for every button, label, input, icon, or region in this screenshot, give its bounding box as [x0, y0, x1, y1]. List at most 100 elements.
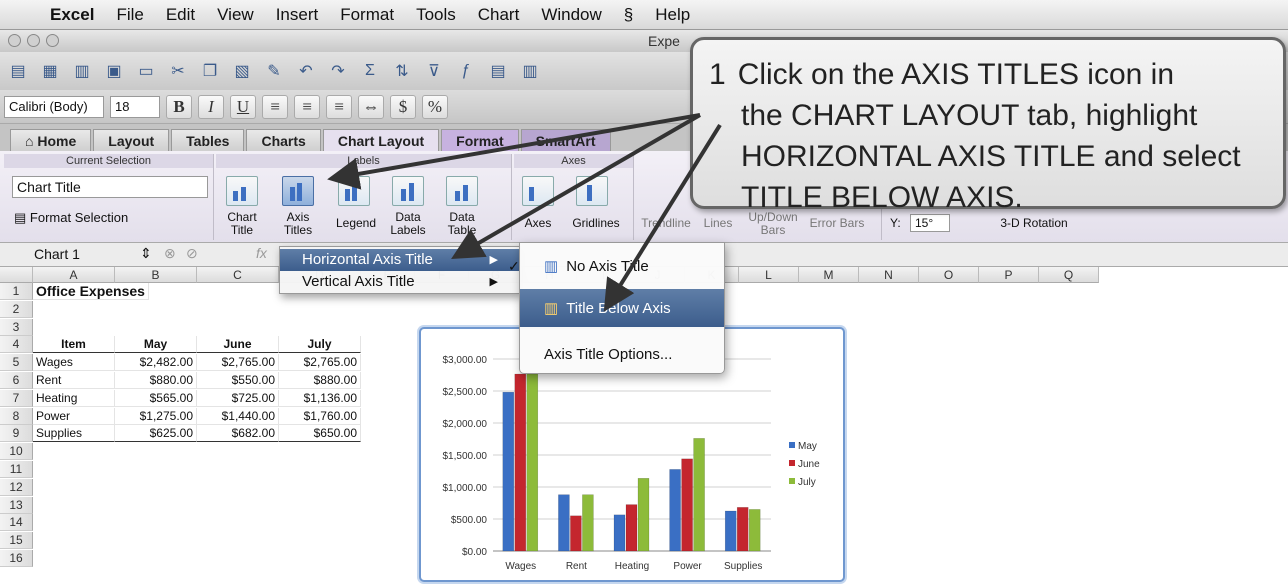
rotation-3d-button[interactable]: 3-D Rotation	[984, 217, 1084, 230]
column-header-p[interactable]: P	[979, 267, 1039, 283]
tab-chart-layout[interactable]: Chart Layout	[322, 129, 440, 151]
script-menu-icon[interactable]: §	[624, 5, 633, 25]
header-cell[interactable]: May	[115, 336, 197, 354]
column-header-m[interactable]: M	[799, 267, 859, 283]
menu-view[interactable]: View	[217, 5, 254, 25]
column-header-q[interactable]: Q	[1039, 267, 1099, 283]
tab-tables[interactable]: Tables	[171, 129, 245, 151]
name-box[interactable]: Chart 1	[34, 246, 130, 262]
select-all-corner[interactable]	[0, 267, 33, 283]
tab-smartart[interactable]: SmartArt	[520, 129, 611, 151]
sort-icon[interactable]: ⇅	[388, 57, 416, 85]
data-cell[interactable]: $1,760.00	[279, 407, 361, 425]
row-header-4[interactable]: 4	[0, 336, 33, 354]
gallery-icon[interactable]: ▦	[36, 57, 64, 85]
close-window-icon[interactable]	[8, 34, 21, 47]
data-cell[interactable]: $1,440.00	[197, 407, 279, 425]
row-header-3[interactable]: 3	[0, 318, 33, 336]
data-cell[interactable]: $650.00	[279, 425, 361, 443]
tab-home[interactable]: ⌂ Home	[10, 129, 92, 151]
open-icon[interactable]: ▥	[68, 57, 96, 85]
title-below-axis-item[interactable]: ▥ Title Below Axis	[520, 289, 724, 327]
data-cell[interactable]: Rent	[33, 372, 115, 389]
row-header-11[interactable]: 11	[0, 461, 33, 478]
row-header-15[interactable]: 15	[0, 532, 33, 550]
zoom-window-icon[interactable]	[46, 34, 59, 47]
row-header-14[interactable]: 14	[0, 514, 33, 532]
vertical-axis-title-item[interactable]: Vertical Axis Title ▶	[280, 271, 520, 293]
lines-label[interactable]: Lines	[698, 217, 738, 230]
column-header-c[interactable]: C	[197, 267, 279, 283]
data-cell[interactable]: $880.00	[115, 372, 197, 389]
chart-title-icon[interactable]	[226, 176, 258, 206]
menu-edit[interactable]: Edit	[166, 5, 195, 25]
row-header-8[interactable]: 8	[0, 407, 33, 425]
bold-button[interactable]: B	[166, 94, 192, 119]
sheet-title-cell[interactable]: Office Expenses	[33, 283, 149, 300]
gridlines-icon[interactable]	[576, 176, 608, 206]
axis-titles-icon[interactable]	[282, 176, 314, 206]
data-cell[interactable]: $1,275.00	[115, 407, 197, 425]
italic-button[interactable]: I	[198, 94, 224, 119]
menu-insert[interactable]: Insert	[276, 5, 319, 25]
copy-icon[interactable]: ❐	[196, 57, 224, 85]
data-cell[interactable]: $2,482.00	[115, 354, 197, 372]
menu-window[interactable]: Window	[541, 5, 601, 25]
row-header-6[interactable]: 6	[0, 372, 33, 389]
print-icon[interactable]: ▭	[132, 57, 160, 85]
align-left-icon[interactable]: ≡	[262, 94, 288, 119]
axes-icon[interactable]	[522, 176, 554, 206]
data-cell[interactable]: $1,136.00	[279, 389, 361, 407]
row-header-12[interactable]: 12	[0, 478, 33, 496]
menu-chart[interactable]: Chart	[478, 5, 520, 25]
data-cell[interactable]: Power	[33, 407, 115, 425]
new-icon[interactable]: ▤	[4, 57, 32, 85]
format-selection-button[interactable]: ▤ Format Selection	[14, 210, 128, 226]
row-header-16[interactable]: 16	[0, 550, 33, 567]
row-header-13[interactable]: 13	[0, 496, 33, 514]
column-header-b[interactable]: B	[115, 267, 197, 283]
format-painter-icon[interactable]: ✎	[260, 57, 288, 85]
legend-icon[interactable]	[338, 176, 370, 206]
error-bars-label[interactable]: Error Bars	[802, 217, 872, 230]
data-cell[interactable]: Heating	[33, 389, 115, 407]
paste-icon[interactable]: ▧	[228, 57, 256, 85]
data-labels-icon[interactable]	[392, 176, 424, 206]
redo-icon[interactable]: ↷	[324, 57, 352, 85]
data-cell[interactable]: $565.00	[115, 389, 197, 407]
formula-builder-icon[interactable]: ƒ	[452, 57, 480, 85]
show-icon[interactable]: ▥	[516, 57, 544, 85]
data-cell[interactable]: $682.00	[197, 425, 279, 443]
tab-charts[interactable]: Charts	[246, 129, 321, 151]
currency-icon[interactable]: $	[390, 94, 416, 119]
data-cell[interactable]: Supplies	[33, 425, 115, 443]
font-name-select[interactable]: Calibri (Body)	[4, 95, 104, 118]
data-cell[interactable]: Wages	[33, 354, 115, 372]
column-header-l[interactable]: L	[739, 267, 799, 283]
menu-format[interactable]: Format	[340, 5, 394, 25]
tab-layout[interactable]: Layout	[93, 129, 170, 151]
data-cell[interactable]: $550.00	[197, 372, 279, 389]
row-header-1[interactable]: 1	[0, 283, 33, 300]
menu-file[interactable]: File	[116, 5, 143, 25]
row-header-9[interactable]: 9	[0, 425, 33, 443]
minimize-window-icon[interactable]	[27, 34, 40, 47]
horizontal-axis-title-item[interactable]: Horizontal Axis Title ▶	[280, 249, 520, 271]
row-header-10[interactable]: 10	[0, 443, 33, 461]
data-table-icon[interactable]	[446, 176, 478, 206]
merge-icon[interactable]: ⇔	[358, 94, 384, 119]
align-right-icon[interactable]: ≡	[326, 94, 352, 119]
toolbox-icon[interactable]: ▤	[484, 57, 512, 85]
cancel-icon[interactable]: ⊗	[164, 245, 176, 262]
align-center-icon[interactable]: ≡	[294, 94, 320, 119]
autosum-icon[interactable]: Σ	[356, 57, 384, 85]
tab-format[interactable]: Format	[441, 129, 519, 151]
data-cell[interactable]: $2,765.00	[279, 354, 361, 372]
name-box-stepper-icon[interactable]: ⇕	[140, 245, 152, 262]
axis-title-options-item[interactable]: Axis Title Options...	[520, 335, 724, 373]
filter-icon[interactable]: ⊽	[420, 57, 448, 85]
menu-tools[interactable]: Tools	[416, 5, 456, 25]
menu-excel[interactable]: Excel	[50, 5, 94, 25]
header-cell[interactable]: June	[197, 336, 279, 354]
fx-button[interactable]: fx	[256, 245, 267, 261]
